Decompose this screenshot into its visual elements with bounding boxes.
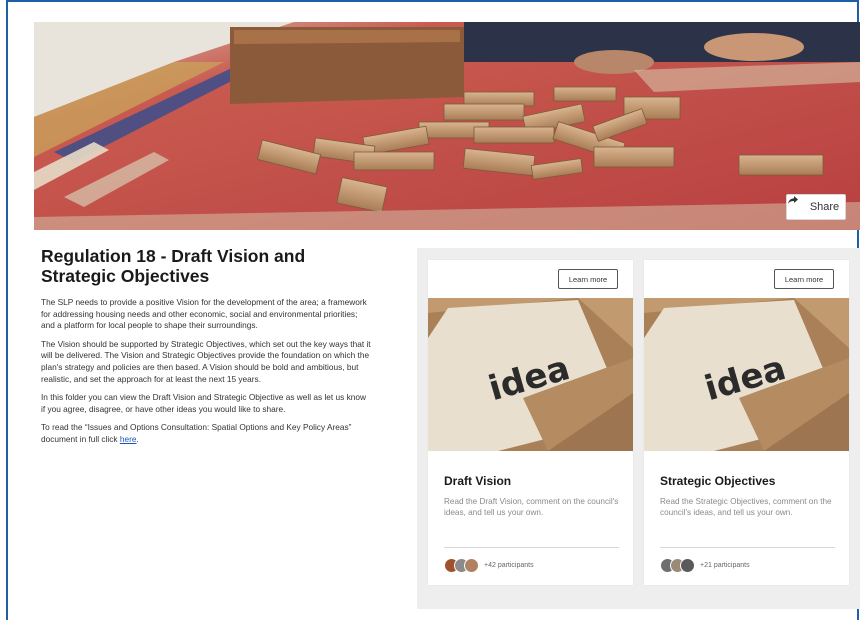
participant-avatars: +21 participants bbox=[660, 557, 750, 574]
card-title: Draft Vision bbox=[444, 474, 512, 488]
participant-count: +21 participants bbox=[700, 562, 750, 569]
idea-envelope-image: idea bbox=[428, 298, 633, 451]
intro-paragraph-4-suffix: . bbox=[136, 433, 139, 444]
participant-count: +42 participants bbox=[484, 562, 534, 569]
learn-more-button[interactable]: Learn more bbox=[558, 269, 618, 289]
card-description: Read the Strategic Objectives, comment o… bbox=[660, 497, 832, 517]
avatar bbox=[464, 558, 479, 573]
participant-avatars: +42 participants bbox=[444, 557, 534, 574]
intro-paragraph-4: To read the “Issues and Options Consulta… bbox=[41, 422, 371, 445]
card-divider bbox=[660, 547, 835, 548]
intro-paragraph-1: The SLP needs to provide a positive Visi… bbox=[41, 297, 367, 331]
intro-paragraph-4-text: To read the “Issues and Options Consulta… bbox=[41, 422, 352, 444]
page-title: Regulation 18 - Draft Vision and Strateg… bbox=[41, 246, 306, 286]
share-arrow-icon bbox=[788, 196, 805, 212]
cards-panel: Learn more idea Draft Vision Read the Dr… bbox=[417, 248, 860, 609]
learn-more-button[interactable]: Learn more bbox=[774, 269, 834, 289]
intro-paragraph-2: The Vision should be supported by Strate… bbox=[41, 338, 371, 384]
hero-photo-illustration bbox=[34, 22, 860, 230]
hero-banner-image: Share bbox=[34, 22, 860, 230]
card-description: Read the Draft Vision, comment on the co… bbox=[444, 497, 619, 517]
avatar bbox=[680, 558, 695, 573]
card-title: Strategic Objectives bbox=[660, 474, 776, 488]
document-link[interactable]: here bbox=[120, 434, 137, 444]
card-draft-vision[interactable]: Learn more idea Draft Vision Read the Dr… bbox=[428, 260, 633, 585]
share-label: Share bbox=[809, 201, 840, 213]
idea-envelope-image: idea bbox=[644, 298, 849, 451]
page-frame: Share Regulation 18 - Draft Vision and S… bbox=[6, 0, 860, 620]
card-divider bbox=[444, 547, 619, 548]
share-button[interactable]: Share bbox=[786, 194, 846, 220]
card-strategic-objectives[interactable]: Learn more idea Strategic Objectives Rea… bbox=[644, 260, 849, 585]
intro-paragraph-3: In this folder you can view the Draft Vi… bbox=[41, 392, 366, 414]
intro-section: Regulation 18 - Draft Vision and Strateg… bbox=[41, 246, 371, 453]
